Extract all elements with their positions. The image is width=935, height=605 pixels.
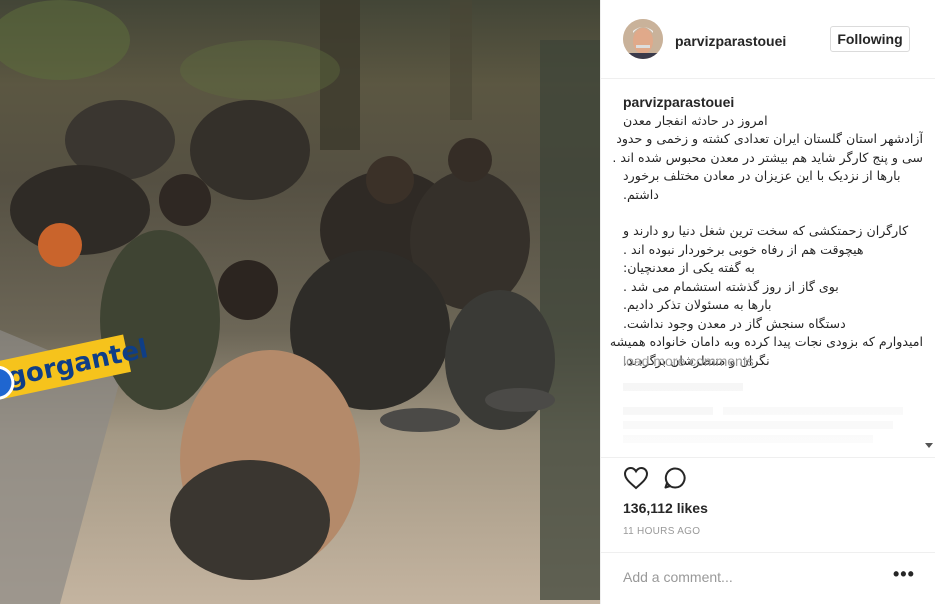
- caption-line: دستگاه سنجش گاز در معدن وجود نداشت.: [623, 315, 846, 331]
- post-photo[interactable]: gorgantel: [0, 0, 600, 604]
- caption-line: سی و پنج کارگر شاید هم بیشتر در معدن محب…: [612, 149, 923, 165]
- caption: parvizparastouei امروز در حادثه انفجار م…: [609, 93, 923, 370]
- add-comment-row: •••: [601, 552, 935, 605]
- likes-count[interactable]: 136,112 likes: [623, 500, 708, 516]
- caption-line: هیچوقت هم از رفاه خوبی برخوردار نبوده ان…: [623, 241, 864, 257]
- caption-line: امروز در حادثه انفجار معدن: [623, 112, 768, 128]
- caption-line: بارها به مسئولان تذکر دادیم.: [623, 297, 772, 312]
- caption-line: به گفته یکی از معدنچیان:: [623, 260, 755, 275]
- add-comment-input[interactable]: [623, 567, 883, 587]
- avatar[interactable]: [623, 19, 663, 59]
- caption-line: بارها از نزدیک با این عزیزان در معادن مخ…: [623, 168, 901, 183]
- more-options-icon[interactable]: •••: [893, 564, 915, 585]
- avatar-image: [623, 19, 663, 59]
- photo-scene: [0, 0, 600, 604]
- following-button[interactable]: Following: [830, 26, 910, 52]
- post-sidebar: parvizparastouei Following parvizparasto…: [601, 0, 935, 604]
- comments-area[interactable]: parvizparastouei امروز در حادثه انفجار م…: [601, 79, 923, 457]
- caption-gap: [623, 204, 923, 222]
- caption-line: امیدوارم که بزودی نجات پیدا کرده وبه دام…: [609, 334, 923, 349]
- scroll-down-icon[interactable]: [925, 443, 933, 448]
- post-timestamp[interactable]: 11 HOURS AGO: [623, 526, 700, 537]
- comment-icon[interactable]: [663, 466, 687, 495]
- caption-line: کارگران زحمتکشی که سخت ترین شغل دنیا رو …: [623, 223, 909, 238]
- caption-line: آزادشهر استان گلستان ایران تعدادی کشته و…: [616, 131, 923, 146]
- fade-overlay: [601, 379, 923, 457]
- caption-line: داشتم.: [623, 186, 659, 202]
- caption-line: بوی گاز از روز گذشته استشمام می شد .: [623, 278, 839, 294]
- caption-username[interactable]: parvizparastouei: [623, 93, 923, 112]
- heart-icon[interactable]: [623, 466, 649, 495]
- username-link[interactable]: parvizparastouei: [675, 33, 786, 49]
- load-more-comments-link[interactable]: load more comments: [623, 353, 754, 369]
- post-header: parvizparastouei Following: [601, 0, 935, 79]
- comments-scrollbar[interactable]: [924, 79, 934, 457]
